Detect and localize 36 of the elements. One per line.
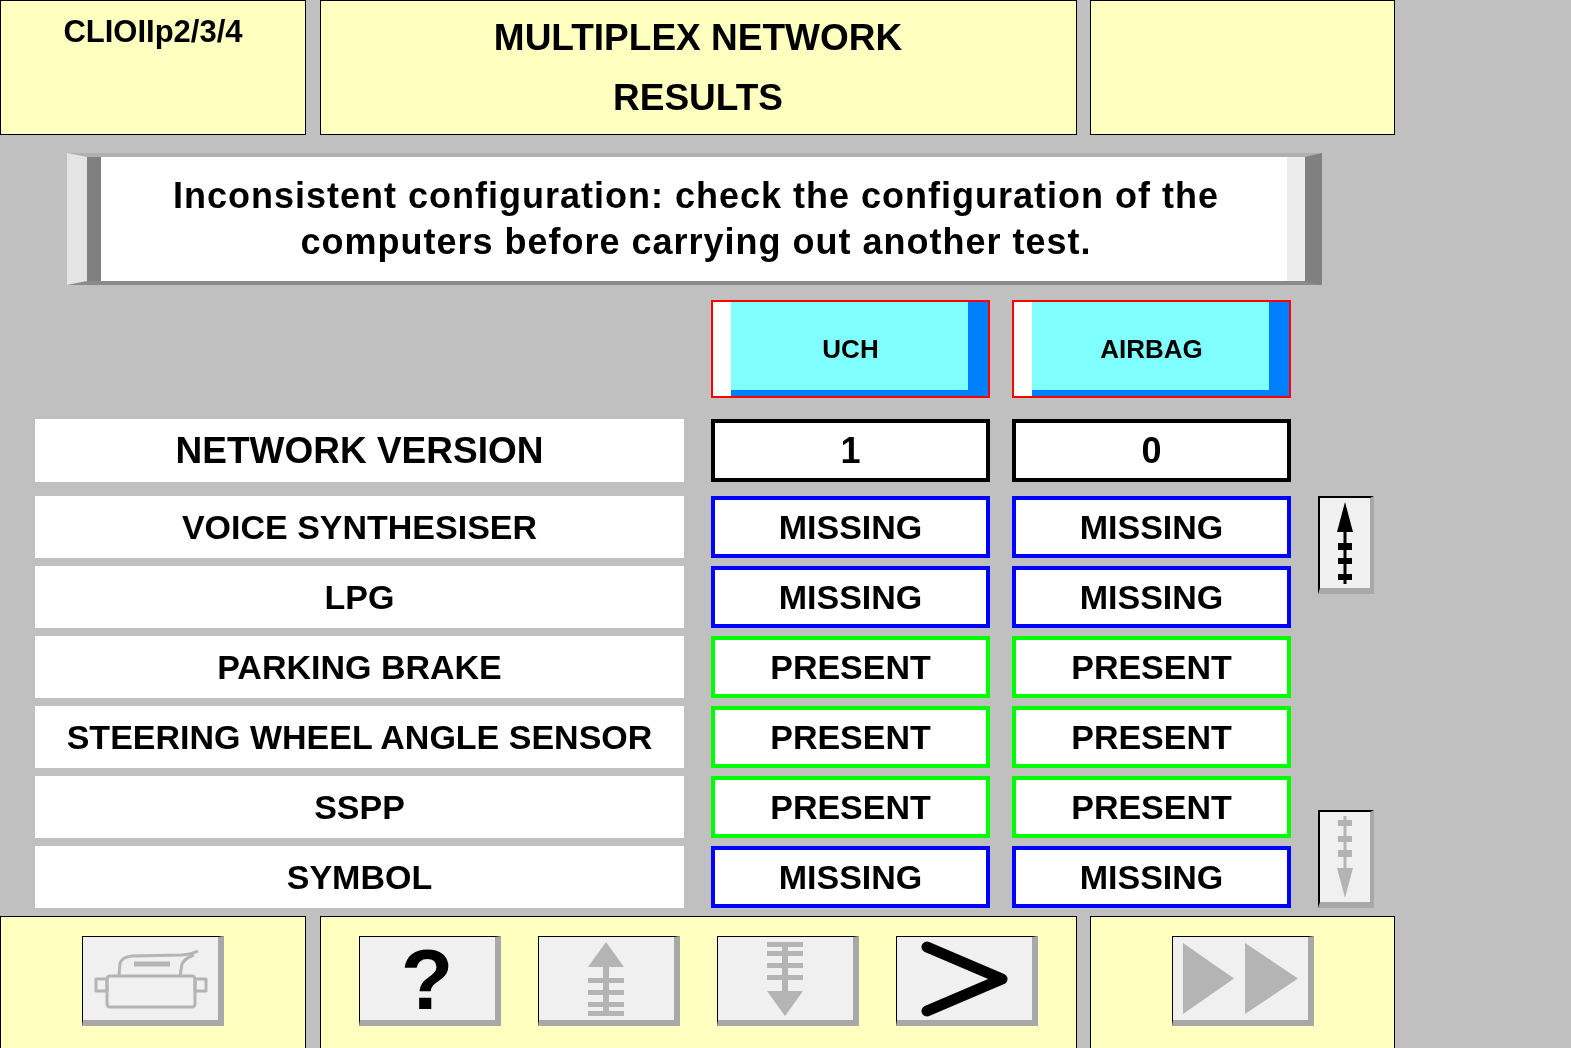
status-cell: PRESENT — [711, 706, 990, 768]
status-cell: PRESENT — [1012, 636, 1291, 698]
down-arrow-icon — [767, 941, 803, 1016]
row-header-cell: STEERING WHEEL ANGLE SENSOR — [35, 706, 684, 768]
status-cell: MISSING — [1012, 846, 1291, 908]
status-cell: PRESENT — [1012, 706, 1291, 768]
value-cell: 0 — [1012, 419, 1291, 482]
scroll-up-button[interactable] — [1318, 496, 1374, 594]
status-cell: PRESENT — [711, 776, 990, 838]
down-arrow-icon — [1337, 816, 1353, 898]
status-cell: MISSING — [1012, 496, 1291, 558]
printer-icon — [93, 948, 208, 1009]
fast-forward-icon — [1182, 943, 1298, 1014]
up-arrow-icon — [588, 941, 624, 1016]
message-text: Inconsistent configuration: check the configuration of the computers before carrying out another test. — [172, 174, 1220, 264]
status-cell: PRESENT — [711, 636, 990, 698]
chevron-right-icon — [920, 940, 1008, 1017]
row-header-cell: SYMBOL — [35, 846, 684, 908]
row-header-cell: NETWORK VERSION — [35, 419, 684, 482]
status-cell: MISSING — [711, 566, 990, 628]
status-cell: MISSING — [711, 496, 990, 558]
screen-title: MULTIPLEX NETWORK RESULTS — [493, 16, 903, 120]
row-header-cell: PARKING BRAKE — [35, 636, 684, 698]
next-button[interactable] — [895, 936, 1038, 1026]
column-header-button[interactable]: AIRBAG — [1012, 300, 1291, 398]
row-header-cell: LPG — [35, 566, 684, 628]
value-cell: 1 — [711, 419, 990, 482]
row-header-cell: VOICE SYNTHESISER — [35, 496, 684, 558]
status-cell: MISSING — [1012, 566, 1291, 628]
column-header-button[interactable]: UCH — [711, 300, 990, 398]
up-arrow-icon — [1337, 502, 1353, 584]
row-header-cell: SSPP — [35, 776, 684, 838]
help-button[interactable]: ? — [358, 936, 501, 1026]
status-cell: MISSING — [711, 846, 990, 908]
status-cell: PRESENT — [1012, 776, 1291, 838]
vehicle-label: CLIOIIp2/3/4 — [63, 15, 243, 49]
